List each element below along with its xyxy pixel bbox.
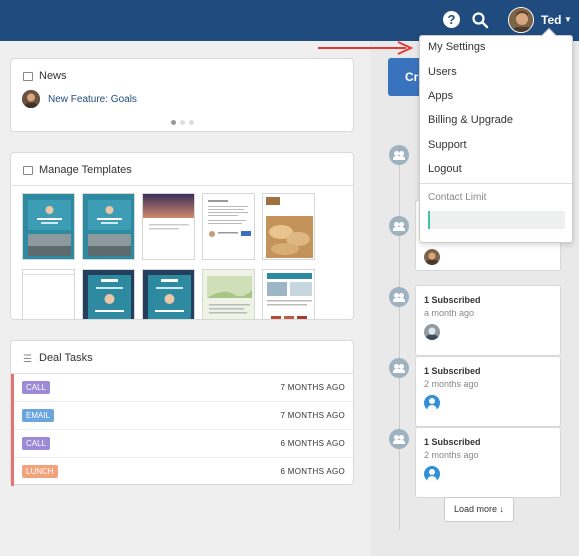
task-type-badge: EMAIL (22, 409, 55, 422)
timeline-line (399, 150, 400, 530)
subscribers-icon (389, 287, 409, 307)
activity-time: 2 months ago (424, 450, 479, 460)
avatar (424, 466, 440, 482)
carousel-dot[interactable] (189, 120, 194, 125)
user-menu-dropdown: My Settings Users Apps Billing & Upgrade Sup… (419, 27, 573, 243)
deal-tasks-title: Deal Tasks (39, 352, 93, 364)
news-item-link[interactable]: New Feature: Goals (48, 94, 137, 105)
subscribers-icon (389, 358, 409, 378)
subscribers-icon (389, 216, 409, 236)
activity-card[interactable]: 1 Subscribed 2 months ago (415, 356, 561, 427)
deal-tasks-card: ☰ Deal Tasks CALL 7 MONTHS AGO EMAIL 7 MONT… (10, 340, 355, 486)
template-thumbnail[interactable] (22, 269, 75, 319)
menu-item-logout[interactable]: Logout (428, 163, 462, 175)
news-card: News New Feature: Goals (10, 58, 354, 132)
contact-limit-progress-bar (428, 211, 565, 229)
user-avatar[interactable] (508, 7, 534, 33)
activity-time: 2 months ago (424, 379, 479, 389)
avatar (424, 395, 440, 411)
avatar (424, 324, 440, 340)
carousel-dots (171, 116, 198, 128)
avatar (424, 249, 440, 265)
contact-limit-label: Contact Limit (428, 192, 487, 203)
activity-title: 1 Subscribed (424, 295, 481, 305)
activity-time: a month ago (424, 308, 475, 318)
task-row[interactable]: CALL 7 MONTHS AGO (11, 374, 355, 402)
task-time-ago: 7 MONTHS AGO (280, 411, 345, 420)
task-row[interactable]: LUNCH 6 MONTHS AGO (11, 458, 355, 486)
task-type-badge: CALL (22, 437, 51, 450)
divider (14, 485, 355, 486)
template-thumbnail[interactable] (142, 269, 195, 319)
template-thumbnail[interactable] (82, 193, 135, 260)
menu-item-apps[interactable]: Apps (428, 90, 453, 102)
template-icon (23, 166, 33, 175)
task-type-badge: LUNCH (22, 465, 58, 478)
divider (11, 185, 353, 186)
divider (420, 183, 572, 184)
activity-title: 1 Subscribed (424, 437, 481, 447)
menu-item-users[interactable]: Users (428, 66, 457, 78)
chevron-down-icon[interactable]: ▼ (564, 15, 572, 24)
avatar (22, 90, 40, 108)
task-type-badge: CALL (22, 381, 51, 394)
template-thumbnail[interactable] (82, 269, 135, 319)
template-thumbnail[interactable] (22, 193, 75, 260)
activity-title: 1 Subscribed (424, 366, 481, 376)
template-thumbnail[interactable] (262, 269, 315, 319)
help-icon[interactable]: ? (443, 11, 460, 28)
subscribers-icon (389, 145, 409, 165)
task-time-ago: 7 MONTHS AGO (280, 383, 345, 392)
task-row[interactable]: CALL 6 MONTHS AGO (11, 430, 355, 458)
carousel-dot[interactable] (180, 120, 185, 125)
menu-item-support[interactable]: Support (428, 139, 467, 151)
template-thumbnail[interactable] (262, 193, 315, 260)
subscribers-icon (389, 429, 409, 449)
task-row[interactable]: EMAIL 7 MONTHS AGO (11, 402, 355, 430)
template-thumbnail[interactable] (202, 193, 255, 260)
activity-card[interactable]: 1 Subscribed 2 months ago (415, 427, 561, 498)
carousel-dot[interactable] (171, 120, 176, 125)
load-more-button[interactable]: Load more ↓ (444, 497, 514, 522)
activity-card[interactable]: 1 Subscribed a month ago (415, 285, 561, 356)
task-time-ago: 6 MONTHS AGO (280, 439, 345, 448)
templates-title: Manage Templates (39, 164, 132, 176)
newspaper-icon (23, 72, 33, 81)
search-icon[interactable] (471, 11, 489, 29)
annotation-arrow (318, 41, 414, 55)
menu-item-billing-upgrade[interactable]: Billing & Upgrade (428, 114, 513, 126)
task-time-ago: 6 MONTHS AGO (280, 467, 345, 476)
template-thumbnail[interactable] (142, 193, 195, 260)
news-title: News (39, 70, 67, 82)
template-thumbnail[interactable] (202, 269, 255, 319)
list-icon: ☰ (23, 354, 32, 365)
menu-item-my-settings[interactable]: My Settings (428, 41, 485, 53)
username-label[interactable]: Ted (541, 13, 561, 27)
templates-card: Manage Templates (10, 152, 354, 320)
